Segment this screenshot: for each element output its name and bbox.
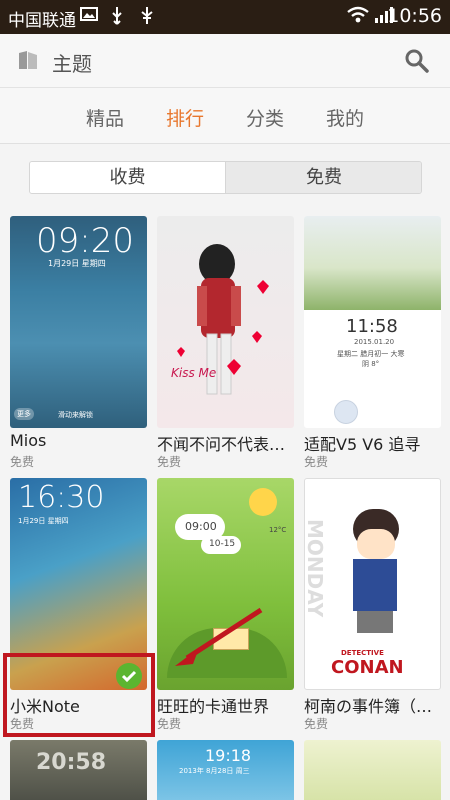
tab-mine[interactable]: 我的	[326, 104, 364, 131]
applied-check-icon	[116, 663, 142, 689]
status-bar: 中国联通 10:56	[0, 0, 450, 34]
preview-unlock-hint: 滑动来解锁	[58, 411, 93, 419]
usb-icon	[110, 6, 124, 30]
theme-preview[interactable]	[304, 740, 441, 800]
theme-preview[interactable]: MONDAY DETECTIVE CONAN	[304, 478, 441, 690]
preview-weather: 阴 8°	[362, 360, 380, 368]
theme-price: 免费	[304, 717, 329, 731]
image-icon	[80, 6, 98, 26]
theme-preview[interactable]: 09:20 1月29日 星期四 更多 滑动来解锁	[10, 216, 147, 428]
preview-lunar: 星期二 腊月初一 大寒	[337, 350, 405, 358]
tab-featured[interactable]: 精品	[86, 104, 124, 131]
theme-name: 柯南の事件簿（…	[304, 697, 433, 716]
logo-conan: CONAN	[331, 657, 404, 678]
theme-preview[interactable]: 11:58 2015.01.20 星期二 腊月初一 大寒 阴 8°	[304, 216, 441, 428]
paid-free-toggle: 收费 免费	[29, 161, 422, 194]
category-tabs: 精品 排行 分类 我的	[0, 88, 450, 144]
theme-card[interactable]: 09:20 1月29日 星期四 更多 滑动来解锁 Mios 免费	[10, 216, 147, 469]
preview-weekday: MONDAY	[304, 519, 327, 618]
theme-card[interactable]: MONDAY DETECTIVE CONAN 柯南の事件簿（… 免费	[304, 478, 441, 731]
theme-card[interactable]: 09:00 10-15 12°C 旺旺的卡通世界 免费	[157, 478, 294, 731]
segment-paid[interactable]: 收费	[30, 162, 226, 193]
preview-time: 16:30	[18, 480, 105, 515]
logo-detective: DETECTIVE	[341, 649, 384, 657]
preview-time: 19:18	[205, 746, 252, 765]
theme-book-icon[interactable]	[17, 49, 39, 71]
preview-caption: Kiss Me	[171, 366, 217, 380]
theme-price: 免费	[157, 717, 182, 731]
preview-date: 1月29日 星期四	[18, 517, 69, 525]
wifi-icon	[347, 6, 369, 28]
theme-preview[interactable]: 09:00 10-15 12°C	[157, 478, 294, 690]
theme-name: 不闻不问不代表…	[157, 435, 286, 454]
theme-name: 适配V5 V6 追寻	[304, 435, 421, 454]
theme-price: 免费	[10, 455, 35, 469]
search-icon[interactable]	[404, 48, 430, 74]
preview-more: 更多	[14, 408, 34, 420]
clock: 10:56	[387, 5, 442, 27]
theme-preview[interactable]: 19:18 2013年 8月28日 周三	[157, 740, 294, 800]
girl-illustration	[177, 244, 269, 395]
theme-card[interactable]: Kiss Me 不闻不问不代表… 免费	[157, 216, 294, 469]
usb-debug-icon	[140, 6, 154, 30]
carrier-label: 中国联通	[8, 11, 76, 31]
page-title: 主题	[52, 52, 92, 76]
conan-face	[357, 529, 395, 559]
segment-free[interactable]: 免费	[226, 162, 421, 193]
preview-date: 2015.01.20	[354, 338, 395, 346]
field-photo	[304, 216, 441, 310]
theme-preview[interactable]: 20:58	[10, 740, 147, 800]
theme-price: 免费	[157, 455, 182, 469]
theme-name: 旺旺的卡通世界	[157, 697, 270, 716]
annotation-arrow	[175, 607, 263, 666]
preview-date: 1月29日 星期四	[48, 259, 106, 268]
conan-shorts	[357, 611, 393, 633]
preview-time: 20:58	[36, 750, 107, 775]
tab-ranking[interactable]: 排行	[166, 104, 204, 131]
avatar-icon	[334, 400, 358, 424]
theme-name: Mios	[10, 431, 47, 450]
preview-time: 11:58	[346, 316, 398, 337]
tab-categories[interactable]: 分类	[246, 104, 284, 131]
theme-price: 免费	[304, 455, 329, 469]
theme-preview[interactable]: Kiss Me	[157, 216, 294, 428]
preview-time: 09:20	[36, 221, 134, 261]
preview-date: 2013年 8月28日 周三	[179, 767, 250, 775]
conan-jacket	[353, 559, 397, 611]
theme-card[interactable]: 11:58 2015.01.20 星期二 腊月初一 大寒 阴 8° 适配V5 V…	[304, 216, 441, 469]
app-header: 主题	[0, 34, 450, 88]
